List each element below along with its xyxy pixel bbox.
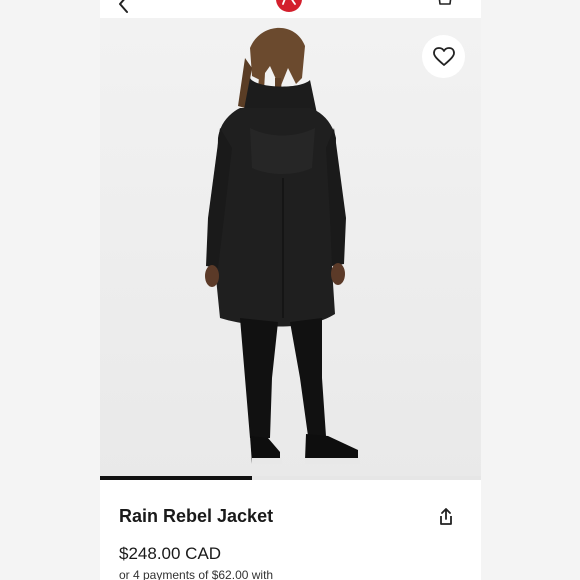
top-nav-bar [100,0,481,18]
share-icon [440,508,452,525]
back-button[interactable] [114,0,134,14]
gallery-progress-fill [100,476,253,480]
chevron-left-icon [119,0,128,13]
background-left [0,0,100,580]
shopping-bag-icon [438,0,452,5]
shopping-bag-button[interactable] [430,0,456,12]
heart-icon [432,46,455,66]
share-button[interactable] [436,507,456,527]
lululemon-logo[interactable] [276,0,302,12]
product-price: $248.00 CAD [119,544,222,563]
favorite-button[interactable] [422,35,465,78]
product-page: Rain Rebel Jacket $248.00 CAD or 4 payme… [100,0,481,580]
product-photo [100,18,481,480]
product-title: Rain Rebel Jacket [119,506,274,526]
installments-text: or 4 payments of $62.00 with [119,568,274,580]
background-right [481,0,580,580]
product-image[interactable] [100,18,481,480]
gallery-progress [100,476,481,480]
